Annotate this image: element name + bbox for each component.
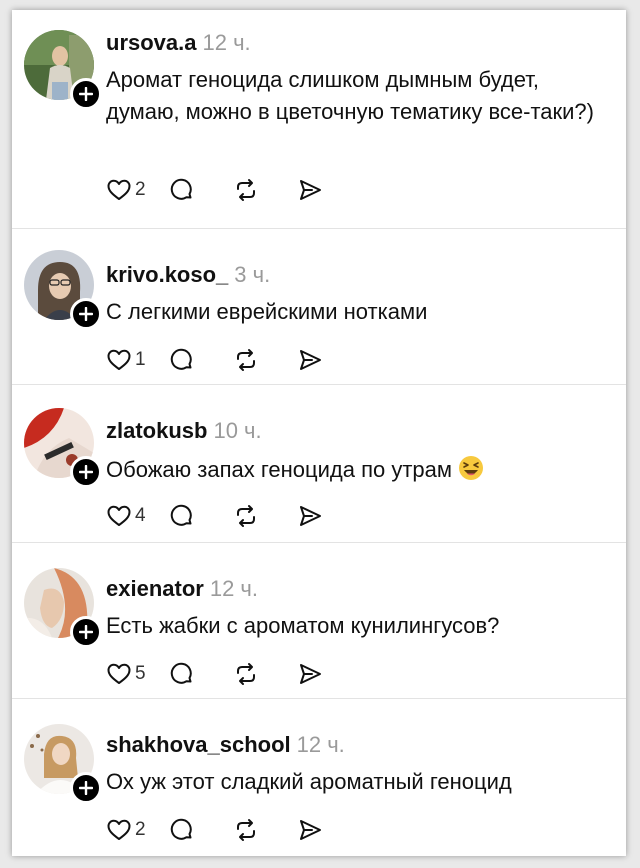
share-icon bbox=[300, 350, 321, 370]
follow-button[interactable] bbox=[70, 616, 102, 648]
action-bar: 5 bbox=[106, 658, 323, 690]
like-count: 4 bbox=[135, 505, 146, 526]
timestamp: 12 ч. bbox=[202, 30, 251, 55]
share-icon bbox=[300, 180, 321, 200]
reply-button[interactable] bbox=[169, 814, 195, 846]
share-button[interactable] bbox=[297, 814, 323, 846]
timestamp: 3 ч. bbox=[234, 262, 271, 287]
repost-icon bbox=[237, 505, 255, 527]
heart-icon bbox=[107, 179, 131, 200]
reply-button[interactable] bbox=[169, 344, 195, 376]
comment-header: krivo.koso_ 3 ч. bbox=[106, 262, 270, 288]
comment-header: shakhova_school 12 ч. bbox=[106, 732, 345, 758]
comment-icon bbox=[170, 818, 192, 840]
like-button[interactable]: 5 bbox=[106, 658, 169, 690]
follow-button[interactable] bbox=[70, 298, 102, 330]
comment-header: exienator 12 ч. bbox=[106, 576, 258, 602]
timestamp: 12 ч. bbox=[296, 732, 345, 757]
username[interactable]: ursova.a bbox=[106, 30, 197, 55]
heart-icon bbox=[107, 349, 131, 370]
repost-icon bbox=[237, 179, 255, 201]
repost-button[interactable] bbox=[233, 814, 259, 846]
repost-icon bbox=[237, 819, 255, 841]
comment-icon bbox=[170, 504, 192, 526]
share-button[interactable] bbox=[297, 344, 323, 376]
comment-text-content: Обожаю запах геноцида по утрам bbox=[106, 457, 453, 482]
laughing-emoji-icon bbox=[459, 456, 484, 480]
share-button[interactable] bbox=[297, 174, 323, 206]
reply-button[interactable] bbox=[169, 500, 195, 532]
comment-item: ursova.a 12 ч. Аромат геноцида слишком ды… bbox=[12, 10, 626, 229]
timestamp: 10 ч. bbox=[213, 418, 262, 443]
comment-text: Ох уж этот сладкий ароматный геноцид bbox=[106, 769, 512, 794]
like-button[interactable]: 1 bbox=[106, 344, 169, 376]
repost-button[interactable] bbox=[233, 344, 259, 376]
username[interactable]: krivo.koso_ bbox=[106, 262, 228, 287]
heart-icon bbox=[107, 663, 131, 684]
plus-icon bbox=[79, 625, 93, 639]
reply-button[interactable] bbox=[169, 174, 195, 206]
comment-text: С легкими еврейскими нотками bbox=[106, 299, 428, 324]
timestamp: 12 ч. bbox=[209, 576, 258, 601]
like-button[interactable]: 2 bbox=[106, 814, 169, 846]
plus-icon bbox=[79, 307, 93, 321]
heart-icon bbox=[107, 505, 131, 526]
repost-icon bbox=[237, 349, 255, 371]
like-count: 1 bbox=[135, 349, 146, 370]
action-bar: 1 bbox=[106, 344, 323, 376]
username[interactable]: exienator bbox=[106, 576, 204, 601]
comment-icon bbox=[170, 178, 192, 200]
plus-icon bbox=[79, 781, 93, 795]
comment-icon bbox=[170, 348, 192, 370]
share-button[interactable] bbox=[297, 658, 323, 690]
comment-item: shakhova_school 12 ч. Ох уж этот сладкий … bbox=[12, 698, 626, 856]
comment-text: Обожаю запах геноцида по утрам bbox=[106, 454, 606, 486]
action-bar: 4 bbox=[106, 500, 323, 532]
follow-button[interactable] bbox=[70, 456, 102, 488]
like-button[interactable]: 4 bbox=[106, 500, 169, 532]
comment-header: zlatokusb 10 ч. bbox=[106, 418, 262, 444]
comment-text: Аромат геноцида слишком дымным будет, ду… bbox=[106, 67, 594, 124]
follow-button[interactable] bbox=[70, 78, 102, 110]
comment-item: krivo.koso_ 3 ч. С легкими еврейскими нот… bbox=[12, 228, 626, 385]
like-button[interactable]: 2 bbox=[106, 174, 169, 206]
repost-button[interactable] bbox=[233, 658, 259, 690]
comment-item: zlatokusb 10 ч. Обожаю запах геноцида по … bbox=[12, 384, 626, 543]
like-count: 5 bbox=[135, 663, 146, 684]
username[interactable]: shakhova_school bbox=[106, 732, 291, 757]
reply-button[interactable] bbox=[169, 658, 195, 690]
comment-icon bbox=[170, 662, 192, 684]
comment-item: exienator 12 ч. Есть жабки с ароматом кун… bbox=[12, 542, 626, 699]
comments-card: ursova.a 12 ч. Аромат геноцида слишком ды… bbox=[12, 10, 626, 856]
share-icon bbox=[300, 506, 321, 526]
repost-button[interactable] bbox=[233, 500, 259, 532]
username[interactable]: zlatokusb bbox=[106, 418, 207, 443]
share-icon bbox=[300, 820, 321, 840]
repost-icon bbox=[237, 663, 255, 685]
plus-icon bbox=[79, 465, 93, 479]
repost-button[interactable] bbox=[233, 174, 259, 206]
action-bar: 2 bbox=[106, 814, 323, 846]
plus-icon bbox=[79, 87, 93, 101]
share-icon bbox=[300, 664, 321, 684]
share-button[interactable] bbox=[297, 500, 323, 532]
like-count: 2 bbox=[135, 819, 146, 840]
like-count: 2 bbox=[135, 179, 146, 200]
action-bar: 2 bbox=[106, 174, 323, 206]
comment-header: ursova.a 12 ч. bbox=[106, 30, 251, 56]
comment-text: Есть жабки с ароматом кунилингусов? bbox=[106, 613, 500, 638]
heart-icon bbox=[107, 819, 131, 840]
follow-button[interactable] bbox=[70, 772, 102, 804]
